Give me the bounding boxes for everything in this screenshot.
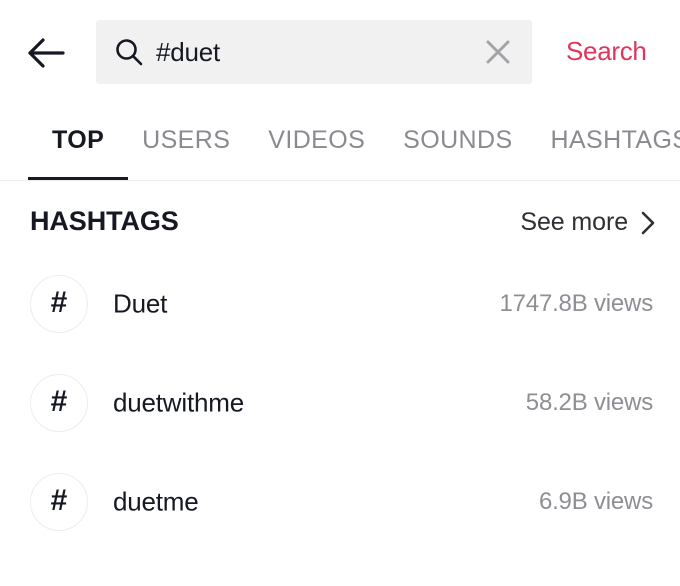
hashtag-views: 1747.8B views [499,289,654,317]
hashtags-section-header: HASHTAGS See more [0,178,680,254]
hashtag-icon: # [30,472,88,531]
search-header: Search [0,0,680,104]
search-icon [112,35,146,69]
tab-top[interactable]: TOP [52,104,104,155]
hash-glyph: # [50,286,68,319]
search-input[interactable] [156,20,462,84]
search-submit-button[interactable]: Search [566,36,647,67]
back-button[interactable] [24,33,68,73]
chevron-right-icon [640,210,656,236]
hashtag-views: 58.2B views [525,388,653,416]
search-field[interactable] [96,20,532,84]
section-title: HASHTAGS [30,206,179,236]
hashtag-list: # Duet 1747.8B views # duetwithme 58.2B … [0,254,680,551]
arrow-left-icon [26,36,66,70]
hash-glyph: # [50,484,68,517]
tab-users[interactable]: USERS [142,104,230,155]
hash-glyph: # [50,385,68,418]
hashtag-icon: # [30,274,88,333]
see-more-label: See more [520,208,628,236]
tab-sounds[interactable]: SOUNDS [403,104,512,155]
tab-videos[interactable]: VIDEOS [268,104,365,155]
hashtag-row[interactable]: # duetme 6.9B views [0,452,680,551]
tab-bar: TOP USERS VIDEOS SOUNDS HASHTAGS [0,104,680,181]
hashtag-name: duetwithme [113,387,244,417]
hashtag-row[interactable]: # Duet 1747.8B views [0,254,680,353]
hashtag-name: duetme [113,486,199,516]
close-icon [483,37,513,67]
see-more-button[interactable]: See more [520,208,656,237]
tab-hashtags[interactable]: HASHTAGS [551,104,680,155]
hashtag-views: 6.9B views [538,487,653,515]
hashtag-row[interactable]: # duetwithme 58.2B views [0,353,680,452]
hashtag-name: Duet [113,288,168,318]
tab-list: TOP USERS VIDEOS SOUNDS HASHTAGS [0,104,680,178]
clear-search-button[interactable] [478,32,518,72]
hashtag-icon: # [30,373,88,432]
